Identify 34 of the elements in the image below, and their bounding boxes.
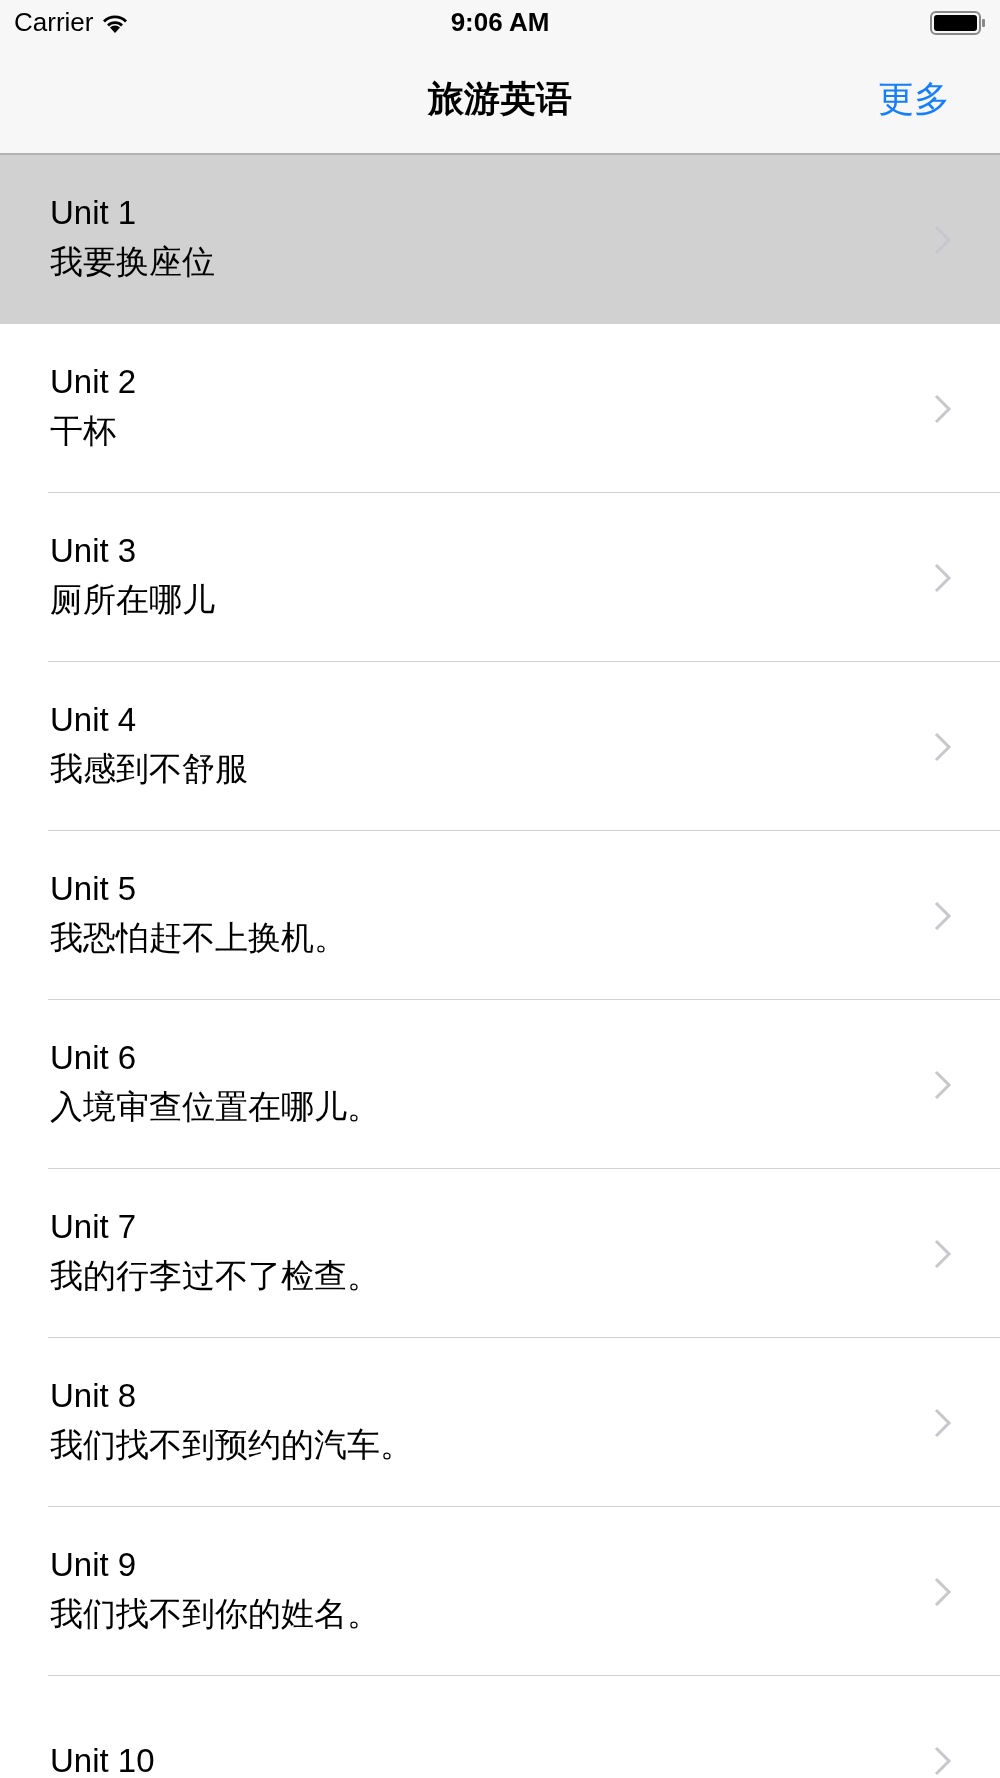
more-button[interactable]: 更多 xyxy=(878,74,950,124)
unit-title: Unit 4 xyxy=(50,701,138,739)
unit-subtitle: 入境审查位置在哪儿。 xyxy=(50,1087,381,1127)
battery-icon xyxy=(930,9,986,36)
chevron-icon xyxy=(934,1069,952,1100)
unit-subtitle: 我们找不到预约的汽车。 xyxy=(50,1425,414,1465)
unit-subtitle: 干杯 xyxy=(50,411,117,451)
status-time: 9:06 AM xyxy=(450,7,550,38)
unit-title: Unit 7 xyxy=(50,1208,138,1246)
unit-subtitle: 我们找不到你的姓名。 xyxy=(50,1594,381,1634)
unit-title: Unit 1 xyxy=(50,194,138,232)
carrier-name: Carrier xyxy=(14,7,94,38)
chevron-icon xyxy=(934,393,952,424)
chevron-icon xyxy=(934,562,952,593)
unit-title: Unit 2 xyxy=(50,363,138,401)
unit-subtitle: 我的行李过不了检查。 xyxy=(50,1256,381,1296)
chevron-icon xyxy=(934,1238,952,1269)
unit-subtitle: 厕所在哪儿 xyxy=(50,580,216,620)
unit-subtitle: 我感到不舒服 xyxy=(50,749,249,789)
unit-title: Unit 8 xyxy=(50,1377,138,1415)
nav-title: 旅游英语 xyxy=(428,76,572,121)
chevron-icon xyxy=(934,1407,952,1438)
unit-title: Unit 3 xyxy=(50,532,138,570)
chevron-icon xyxy=(934,731,952,762)
chevron-icon xyxy=(934,1745,952,1776)
unit-title: Unit 10 xyxy=(50,1741,156,1778)
unit-row[interactable]: Unit 1 我要换座位 xyxy=(0,155,1000,324)
unit-title: Unit 9 xyxy=(50,1546,138,1584)
chevron-icon xyxy=(934,1576,952,1607)
unit-title: Unit 6 xyxy=(50,1039,138,1077)
chevron-icon xyxy=(934,900,952,931)
unit-subtitle: 我恐怕赶不上换机。 xyxy=(50,918,348,958)
unit-subtitle: 我要换座位 xyxy=(50,242,216,282)
unit-title: Unit 5 xyxy=(50,870,138,908)
